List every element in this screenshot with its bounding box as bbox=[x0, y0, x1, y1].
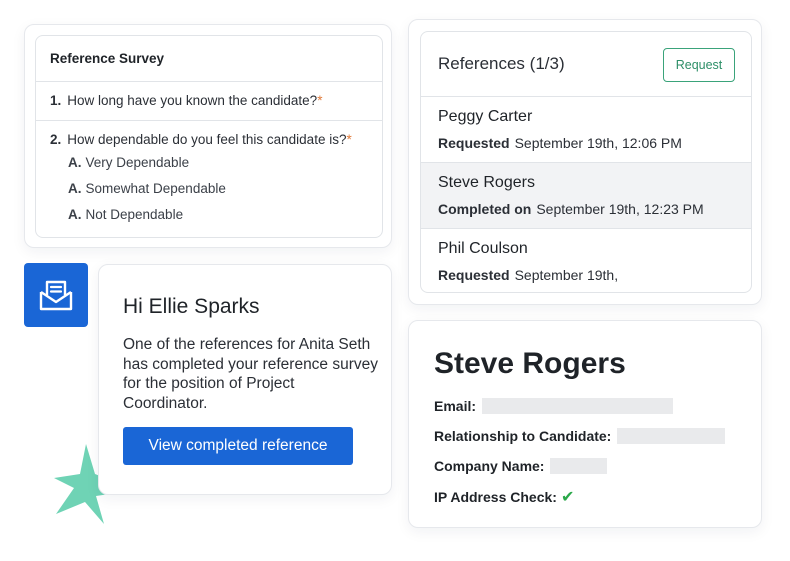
status-date: September 19th, 12:06 PM bbox=[514, 135, 682, 151]
reference-name: Phil Coulson bbox=[438, 240, 528, 257]
survey-panel: Reference Survey 1. How long have you kno… bbox=[35, 35, 383, 238]
answer-text: Somewhat Dependable bbox=[85, 181, 226, 196]
request-button[interactable]: Request bbox=[663, 48, 735, 82]
notification-card: Hi Ellie Sparks One of the references fo… bbox=[98, 264, 392, 495]
question-text: How long have you known the candidate? bbox=[67, 93, 318, 108]
survey-question-2: 2. How dependable do you feel this candid… bbox=[36, 121, 382, 228]
reference-name: Steve Rogers bbox=[438, 174, 535, 191]
company-name-field: Company Name: bbox=[434, 458, 608, 474]
answer-letter: A. bbox=[68, 207, 82, 222]
status-label: Completed on bbox=[438, 201, 532, 217]
reference-detail-name: Steve Rogers bbox=[434, 347, 626, 380]
reference-status: Requested September 19th, bbox=[438, 267, 618, 283]
answer-option[interactable]: A. Very Dependable bbox=[68, 150, 382, 176]
answer-option[interactable]: A. Somewhat Dependable bbox=[68, 176, 382, 202]
reference-row[interactable]: Steve Rogers Completed on September 19th,… bbox=[421, 163, 751, 229]
survey-card: Reference Survey 1. How long have you kno… bbox=[24, 24, 392, 248]
field-label: Email: bbox=[434, 398, 477, 414]
required-mark: * bbox=[346, 132, 352, 147]
notification-message: One of the references for Anita Seth has… bbox=[123, 336, 379, 412]
question-text: How dependable do you feel this candidat… bbox=[67, 132, 347, 147]
field-label: Company Name: bbox=[434, 458, 545, 474]
reference-detail-card: Steve Rogers Email: Relationship to Cand… bbox=[408, 320, 762, 528]
answer-option[interactable]: A. Not Dependable bbox=[68, 202, 382, 228]
references-header: References (1/3) Request bbox=[421, 32, 751, 97]
question-number: 1. bbox=[50, 93, 62, 108]
redacted-value bbox=[482, 398, 674, 414]
status-date: September 19th, 12:23 PM bbox=[536, 201, 704, 217]
field-label: Relationship to Candidate: bbox=[434, 428, 612, 444]
mail-inbox-icon bbox=[24, 263, 88, 327]
required-mark: * bbox=[317, 93, 323, 108]
references-panel: References (1/3) Request Peggy Carter Re… bbox=[420, 31, 752, 293]
notification-greeting: Hi Ellie Sparks bbox=[123, 295, 260, 318]
status-label: Requested bbox=[438, 267, 510, 283]
status-date: September 19th, bbox=[514, 267, 619, 283]
email-field: Email: bbox=[434, 398, 674, 414]
references-title: References (1/3) bbox=[438, 54, 565, 73]
relationship-field: Relationship to Candidate: bbox=[434, 428, 726, 444]
status-label: Requested bbox=[438, 135, 510, 151]
survey-question-1: 1. How long have you known the candidate?… bbox=[36, 82, 382, 121]
reference-row[interactable]: Phil Coulson Requested September 19th, bbox=[421, 229, 751, 292]
answer-letter: A. bbox=[68, 181, 82, 196]
redacted-value bbox=[617, 428, 726, 444]
checkmark-icon: ✔ bbox=[560, 489, 575, 506]
redacted-value bbox=[550, 458, 608, 474]
reference-status: Requested September 19th, 12:06 PM bbox=[438, 135, 682, 151]
mail-inbox-icon-graphic bbox=[39, 280, 73, 311]
reference-status: Completed on September 19th, 12:23 PM bbox=[438, 201, 704, 217]
field-label: IP Address Check: bbox=[434, 489, 557, 505]
references-card: References (1/3) Request Peggy Carter Re… bbox=[408, 19, 762, 305]
question-number: 2. bbox=[50, 132, 62, 147]
answer-text: Very Dependable bbox=[85, 155, 190, 170]
answer-letter: A. bbox=[68, 155, 82, 170]
reference-name: Peggy Carter bbox=[438, 108, 533, 125]
ip-address-check-field: IP Address Check: ✔ bbox=[434, 487, 574, 507]
view-completed-reference-button[interactable]: View completed reference bbox=[123, 427, 353, 465]
reference-row[interactable]: Peggy Carter Requested September 19th, 12… bbox=[421, 97, 751, 163]
answer-text: Not Dependable bbox=[85, 207, 184, 222]
survey-title: Reference Survey bbox=[36, 36, 382, 82]
